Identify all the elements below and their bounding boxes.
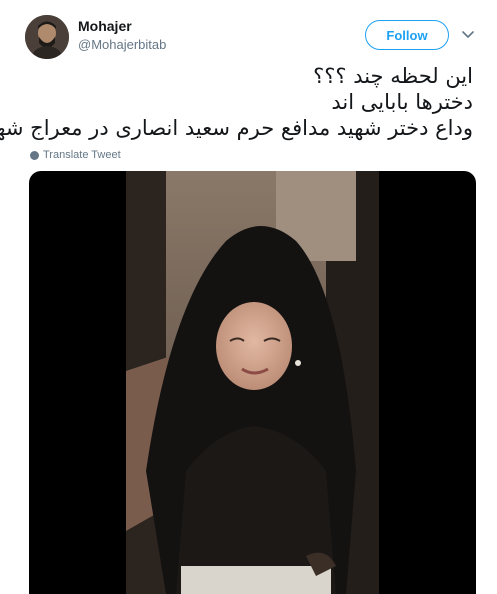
video-frame (126, 171, 379, 594)
video-player[interactable] (29, 171, 476, 594)
translate-tweet-link[interactable]: Translate Tweet (30, 149, 121, 161)
globe-icon (30, 150, 39, 160)
translate-label: Translate Tweet (43, 149, 121, 161)
user-handle[interactable]: @Mohajerbitab (78, 37, 166, 52)
follow-button[interactable]: Follow (365, 20, 449, 50)
tweet-line: دخترها بابایی اند (331, 90, 473, 114)
user-name[interactable]: Mohajer (78, 18, 132, 34)
tweet-text: این لحظه چند ؟؟؟ دخترها بابایی اند وداع … (0, 63, 473, 141)
avatar[interactable] (25, 15, 69, 59)
chevron-down-icon[interactable] (460, 26, 476, 42)
tweet-line: وداع دختر شهید مدافع حرم سعید انصاری در … (0, 116, 473, 140)
tweet-line: این لحظه چند ؟؟؟ (313, 64, 473, 88)
